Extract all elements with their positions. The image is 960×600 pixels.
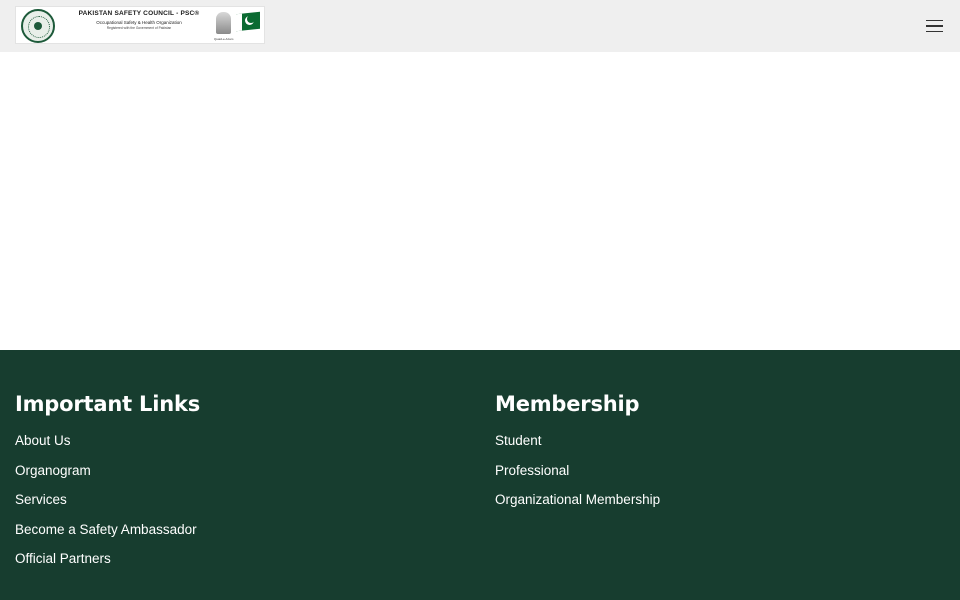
membership-list: Student Professional Organizational Memb…: [495, 429, 660, 518]
site-header: PAKISTAN SAFETY COUNCIL - PSC® Occupatio…: [0, 0, 960, 52]
menu-bar: [925, 19, 943, 22]
crescent-cut: [247, 15, 255, 23]
link-official-partners[interactable]: Official Partners: [15, 551, 111, 566]
list-item: Official Partners: [15, 547, 200, 577]
list-item: About Us: [15, 429, 200, 459]
portrait-icon: [216, 12, 231, 34]
logo-text-block: PAKISTAN SAFETY COUNCIL - PSC® Occupatio…: [64, 10, 214, 30]
site-footer: Important Links About Us Organogram Serv…: [0, 350, 960, 600]
logo-tagline: Registered with the Government of Pakist…: [106, 26, 172, 30]
logo-subtitle: Occupational Safety & Health Organizatio…: [96, 19, 182, 25]
logo-caption: Quaid-e-Azam: [214, 37, 234, 41]
menu-bar: [925, 25, 943, 27]
membership-section: Membership Student Professional Organiza…: [495, 388, 660, 518]
link-organizational-membership[interactable]: Organizational Membership: [495, 492, 660, 507]
list-item: Become a Safety Ambassador: [15, 518, 200, 548]
hamburger-menu-icon[interactable]: [922, 14, 946, 38]
link-organogram[interactable]: Organogram: [15, 463, 91, 478]
list-item: Professional: [495, 459, 660, 489]
menu-bar: [925, 30, 943, 33]
main-content: [0, 52, 960, 350]
link-about-us[interactable]: About Us: [15, 433, 71, 448]
logo-title: PAKISTAN SAFETY COUNCIL - PSC®: [78, 10, 200, 17]
link-student[interactable]: Student: [495, 433, 542, 448]
link-professional[interactable]: Professional: [495, 463, 569, 478]
list-item: Organizational Membership: [495, 488, 660, 518]
list-item: Organogram: [15, 459, 200, 489]
site-logo[interactable]: PAKISTAN SAFETY COUNCIL - PSC® Occupatio…: [15, 6, 265, 44]
important-links-heading: Important Links: [15, 392, 201, 416]
list-item: Services: [15, 488, 200, 518]
membership-heading: Membership: [495, 392, 640, 416]
council-seal-icon: [21, 9, 55, 43]
link-services[interactable]: Services: [15, 492, 67, 507]
important-links-list: About Us Organogram Services Become a Sa…: [15, 429, 200, 577]
list-item: Student: [495, 429, 660, 459]
link-safety-ambassador[interactable]: Become a Safety Ambassador: [15, 522, 197, 537]
important-links-section: Important Links About Us Organogram Serv…: [15, 388, 200, 577]
